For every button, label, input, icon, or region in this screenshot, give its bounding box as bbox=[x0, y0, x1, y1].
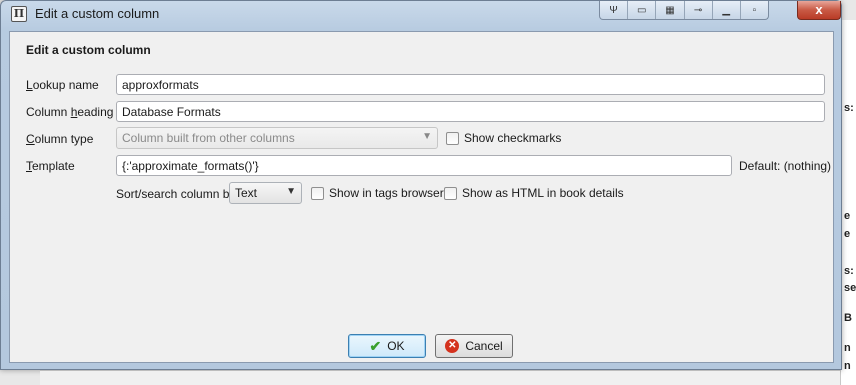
template-input[interactable]: {:'approximate_formats()'} bbox=[116, 155, 732, 176]
background-fragment: n bbox=[844, 360, 851, 372]
pin-icon[interactable]: ⊸ bbox=[685, 1, 713, 19]
column-heading-input[interactable]: Database Formats bbox=[116, 101, 825, 122]
dialog-heading: Edit a custom column bbox=[26, 43, 151, 57]
show-as-html-option[interactable]: Show as HTML in book details bbox=[444, 186, 624, 200]
close-window-button[interactable]: x bbox=[797, 1, 841, 20]
chevron-down-icon: ▼ bbox=[422, 131, 432, 142]
checkmark-icon: ✔ bbox=[369, 337, 382, 354]
column-type-select[interactable]: Column built from other columns ▼ bbox=[116, 127, 438, 149]
template-default-text: Default: (nothing) bbox=[739, 159, 832, 173]
title-bar[interactable]: Π Edit a custom column Ψ ▭ ▦ ⊸ ▁ ▫ x bbox=[1, 1, 841, 27]
cancel-button[interactable]: ✕ Cancel bbox=[435, 334, 513, 358]
show-as-html-label: Show as HTML in book details bbox=[462, 186, 624, 200]
window-title: Edit a custom column bbox=[35, 6, 160, 21]
background-fragment: se bbox=[844, 282, 856, 294]
dialog-body: Edit a custom column Lookup name approxf… bbox=[9, 31, 834, 363]
titlebar-tools: Ψ ▭ ▦ ⊸ ▁ ▫ bbox=[599, 1, 769, 20]
lookup-name-input[interactable]: approxformats bbox=[116, 74, 825, 95]
cancel-icon: ✕ bbox=[445, 339, 460, 353]
minimize-icon[interactable]: ▁ bbox=[713, 1, 741, 19]
background-text-strip: s: e e s: se B n n bbox=[840, 20, 856, 385]
background-status-strip bbox=[40, 370, 840, 385]
grid-icon[interactable]: ▦ bbox=[656, 1, 685, 19]
sort-search-value: Text bbox=[235, 186, 258, 200]
fork-icon[interactable]: Ψ bbox=[600, 1, 629, 19]
lookup-name-label: Lookup name bbox=[26, 78, 99, 92]
background-fragment: n bbox=[844, 342, 851, 354]
restore-icon[interactable]: ▫ bbox=[741, 1, 768, 19]
calibre-app-icon: Π bbox=[11, 6, 27, 22]
background-fragment: e bbox=[844, 210, 851, 222]
sort-search-label: Sort/search column by bbox=[116, 187, 236, 201]
ok-button[interactable]: ✔ OK bbox=[348, 334, 426, 358]
ok-button-label: OK bbox=[387, 339, 405, 353]
show-in-tags-checkbox[interactable] bbox=[311, 186, 324, 200]
column-heading-label: Column heading bbox=[26, 105, 114, 119]
show-as-html-checkbox[interactable] bbox=[444, 186, 457, 200]
show-in-tags-option[interactable]: Show in tags browser bbox=[311, 186, 444, 200]
template-label: Template bbox=[26, 159, 75, 173]
cancel-button-label: Cancel bbox=[465, 339, 503, 353]
background-fragment: s: bbox=[844, 265, 854, 277]
background-fragment: s: bbox=[844, 102, 854, 114]
show-checkmarks-option[interactable]: Show checkmarks bbox=[446, 131, 561, 145]
show-in-tags-label: Show in tags browser bbox=[329, 186, 444, 200]
background-fragment: e bbox=[844, 228, 851, 240]
background-fragment: B bbox=[844, 312, 852, 324]
sort-search-select[interactable]: Text ▼ bbox=[229, 182, 302, 204]
show-checkmarks-checkbox[interactable] bbox=[446, 131, 459, 145]
edit-column-dialog: Π Edit a custom column Ψ ▭ ▦ ⊸ ▁ ▫ x Edi… bbox=[0, 0, 842, 370]
column-type-value: Column built from other columns bbox=[122, 131, 295, 145]
chevron-down-icon: ▼ bbox=[286, 186, 296, 197]
show-checkmarks-label: Show checkmarks bbox=[464, 131, 562, 145]
column-type-label: Column type bbox=[26, 132, 94, 146]
box-icon[interactable]: ▭ bbox=[628, 1, 657, 19]
